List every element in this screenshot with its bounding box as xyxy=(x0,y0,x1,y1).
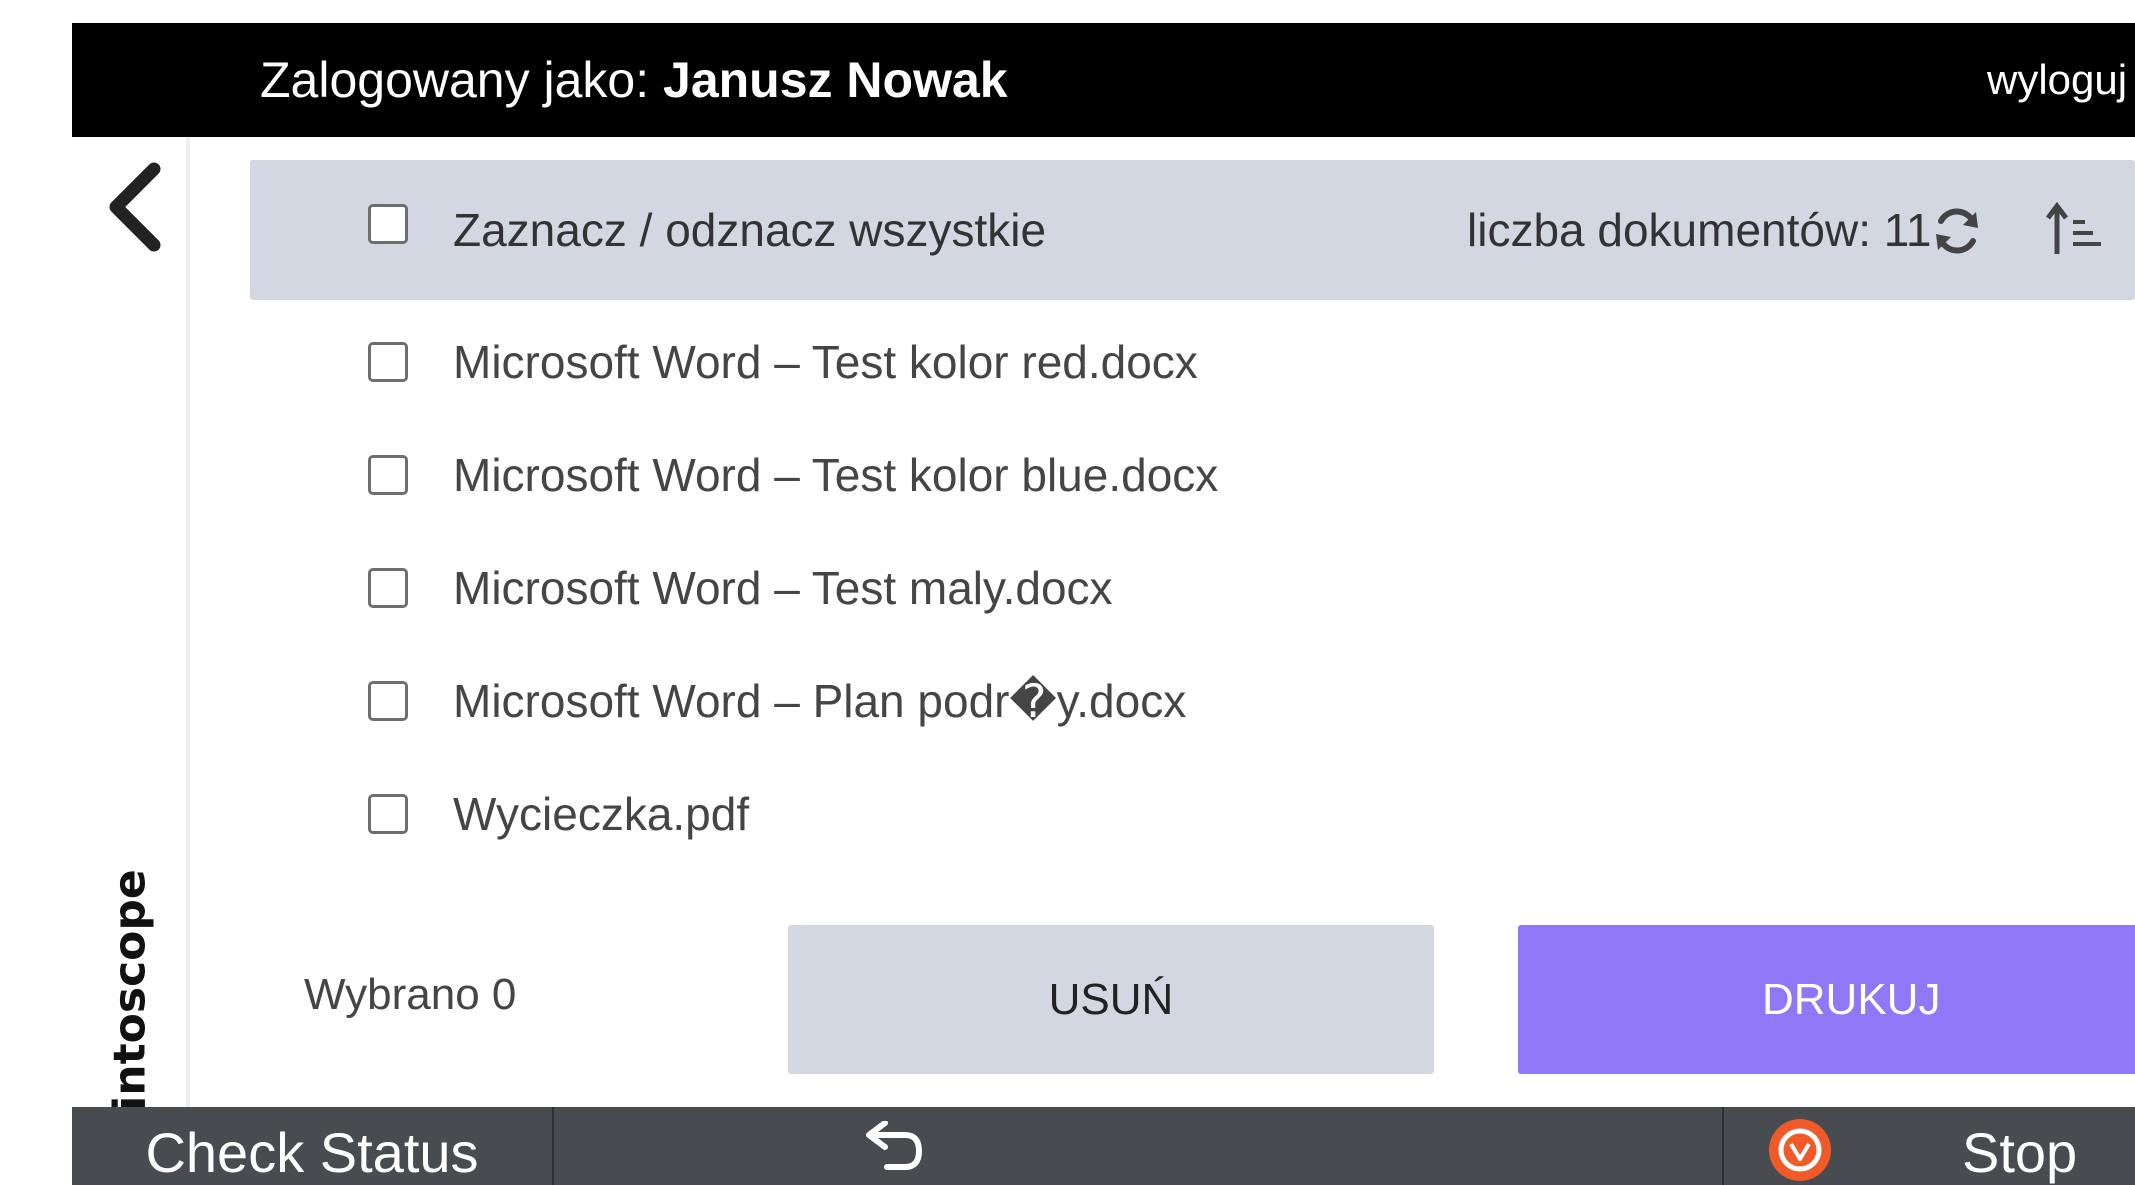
sidebar: Printoscope xyxy=(72,137,190,1185)
printer-panel: Zalogowany jako: Janusz Nowak wyloguj Pr… xyxy=(0,0,2135,1185)
back-button[interactable] xyxy=(102,157,172,257)
document-checkbox[interactable] xyxy=(368,681,408,721)
document-row[interactable]: Microsoft Word – Test kolor red.docx xyxy=(250,312,1850,412)
document-count: liczba dokumentów: 11 xyxy=(1467,204,1932,256)
sort-ascending-icon[interactable] xyxy=(2045,201,2105,258)
document-checkbox[interactable] xyxy=(368,455,408,495)
document-row[interactable]: Microsoft Word – Plan podr�y.docx xyxy=(250,651,1850,751)
document-checkbox[interactable] xyxy=(368,794,408,834)
stop-hand-icon[interactable] xyxy=(1767,1117,1833,1183)
document-row[interactable]: Microsoft Word – Test kolor blue.docx xyxy=(250,425,1850,525)
select-all-checkbox[interactable] xyxy=(368,204,408,244)
undo-arrow-icon[interactable] xyxy=(855,1120,925,1175)
delete-button[interactable]: USUŃ xyxy=(788,925,1434,1074)
document-name: Wycieczka.pdf xyxy=(453,788,750,840)
document-checkbox[interactable] xyxy=(368,342,408,382)
selected-count: Wybrano 0 xyxy=(304,970,517,1019)
document-name: Microsoft Word – Test kolor red.docx xyxy=(453,336,1198,388)
user-name: Janusz Nowak xyxy=(663,52,1008,108)
login-status: Zalogowany jako: Janusz Nowak xyxy=(260,23,1008,137)
print-button[interactable]: DRUKUJ xyxy=(1518,925,2135,1074)
print-button-label: DRUKUJ xyxy=(1762,975,1941,1024)
document-name: Microsoft Word – Test maly.docx xyxy=(453,562,1113,614)
top-bar: Zalogowany jako: Janusz Nowak wyloguj xyxy=(72,23,2135,137)
bar-divider xyxy=(1722,1107,1724,1185)
chevron-left-icon xyxy=(109,162,161,252)
refresh-icon[interactable] xyxy=(1930,204,1984,258)
document-row[interactable]: Wycieczka.pdf xyxy=(250,764,1850,864)
check-status-button[interactable]: Check Status xyxy=(72,1107,554,1185)
document-checkbox[interactable] xyxy=(368,568,408,608)
document-list-header: Zaznacz / odznacz wszystkie liczba dokum… xyxy=(250,160,2135,300)
document-name: Microsoft Word – Test kolor blue.docx xyxy=(453,449,1219,501)
select-all-label[interactable]: Zaznacz / odznacz wszystkie xyxy=(453,160,1046,300)
system-bar: Check Status Stop xyxy=(72,1107,2135,1185)
stop-button[interactable]: Stop xyxy=(1962,1107,2077,1185)
logout-link[interactable]: wyloguj xyxy=(1987,23,2127,137)
document-name: Microsoft Word – Plan podr�y.docx xyxy=(453,675,1187,727)
login-prefix: Zalogowany jako: xyxy=(260,52,664,108)
document-row[interactable]: Microsoft Word – Test maly.docx xyxy=(250,538,1850,638)
